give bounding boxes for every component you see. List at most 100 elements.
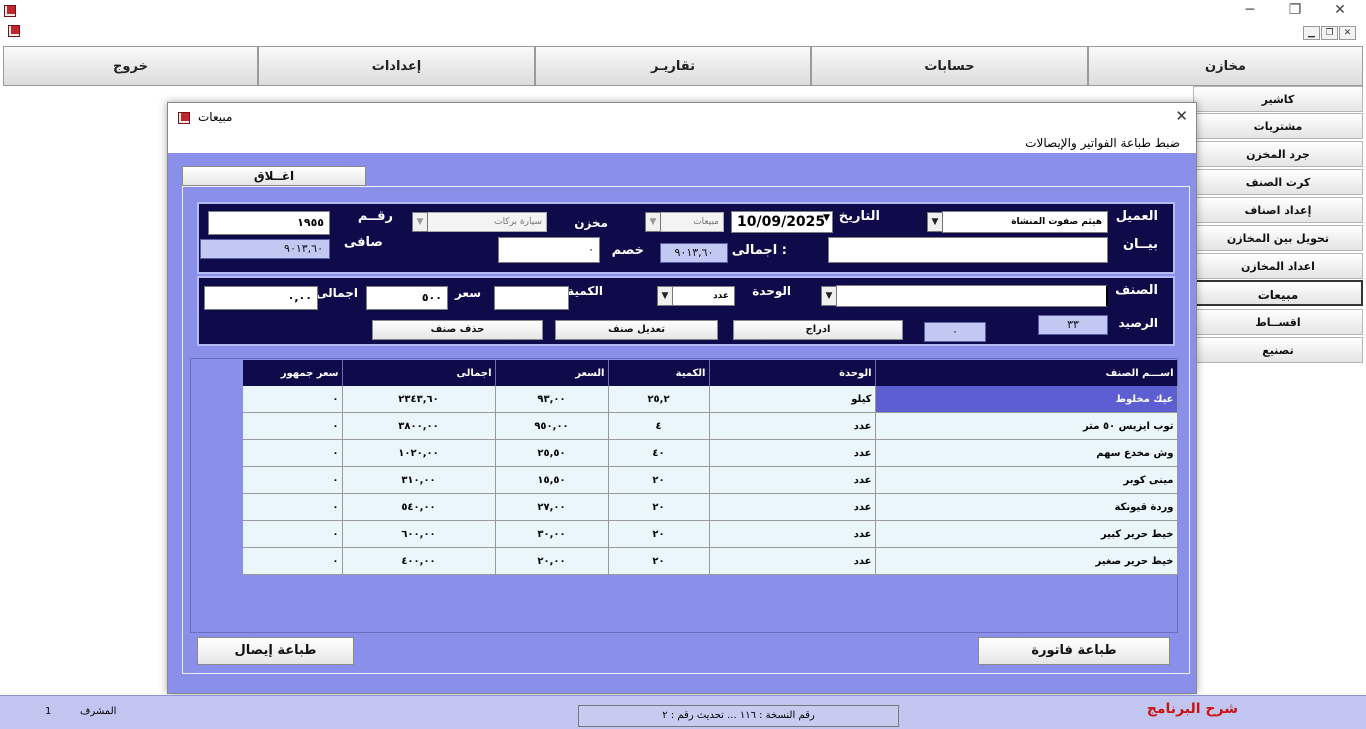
cell-total[interactable]: ٤٠٠,٠٠ (342, 547, 496, 575)
cell-qty[interactable]: ٤٠ (608, 439, 710, 467)
col-public-price[interactable]: سعر جمهور (243, 360, 343, 386)
cell-item-name[interactable]: خيط حرير كبير (875, 520, 1178, 548)
cell-price[interactable]: ٩٣,٠٠ (495, 386, 609, 413)
sidebar-item-installments[interactable]: اقســاط (1193, 309, 1363, 335)
dialog-close-icon[interactable]: ✕ (1175, 107, 1188, 125)
customer-dropdown-icon[interactable]: ▼ (927, 212, 943, 232)
item-field[interactable] (836, 285, 1108, 307)
table-row[interactable]: ٠ ٦٠٠,٠٠ ٣٠,٠٠ ٢٠ عدد خيط حرير كبير (243, 520, 1178, 548)
cell-item-name[interactable]: عيك مخلوط (875, 386, 1178, 413)
col-total[interactable]: اجمالى (342, 360, 496, 386)
restore-icon[interactable]: ❐ (1283, 0, 1307, 20)
cell-price[interactable]: ٢٧,٠٠ (495, 493, 609, 521)
cell-public-price[interactable]: ٠ (243, 466, 343, 494)
sidebar-item-stores-setup[interactable]: اعداد المخازن (1193, 253, 1363, 279)
cell-public-price[interactable]: ٠ (243, 412, 343, 440)
cell-total[interactable]: ٦٠٠,٠٠ (342, 520, 496, 548)
cell-public-price[interactable]: ٠ (243, 386, 343, 413)
cell-public-price[interactable]: ٠ (243, 520, 343, 548)
cell-item-name[interactable]: توب ايزيس ٥٠ متر (875, 412, 1178, 440)
cell-item-name[interactable]: مينى كوبر (875, 466, 1178, 494)
print-invoice-button[interactable]: طباعة فاتورة (978, 637, 1170, 665)
sidebar-item-cashier[interactable]: كاشير (1193, 86, 1363, 112)
mdi-minimize-icon[interactable]: ▁ (1303, 26, 1320, 40)
cell-total[interactable]: ٢٣٤٣,٦٠ (342, 386, 496, 413)
menu-reports[interactable]: تقاريـر (535, 46, 811, 86)
menu-exit[interactable]: خروج (3, 46, 258, 86)
help-link[interactable]: شرح البرنامج (1147, 701, 1238, 717)
cell-price[interactable]: ٢٠,٠٠ (495, 547, 609, 575)
insert-button[interactable]: ادراج (733, 320, 903, 340)
cell-total[interactable]: ١٠٢٠,٠٠ (342, 439, 496, 467)
cell-price[interactable]: ٩٥٠,٠٠ (495, 412, 609, 440)
discount-field[interactable]: ٠ (498, 237, 600, 263)
delete-item-button[interactable]: حذف صنف (372, 320, 543, 340)
statement-field[interactable] (828, 237, 1108, 263)
menu-stores[interactable]: مخازن (1088, 46, 1363, 86)
cell-qty[interactable]: ٢٠ (608, 547, 710, 575)
cell-qty[interactable]: ٢٠ (608, 493, 710, 521)
col-item-name[interactable]: اســـم الصنف (875, 360, 1178, 386)
cell-public-price[interactable]: ٠ (243, 493, 343, 521)
cell-item-name[interactable]: وردة قيونكة (875, 493, 1178, 521)
cell-unit[interactable]: عدد (709, 412, 876, 440)
cell-total[interactable]: ٣١٠,٠٠ (342, 466, 496, 494)
qty-field[interactable] (494, 286, 569, 310)
table-row[interactable]: ٠ ٣٨٠٠,٠٠ ٩٥٠,٠٠ ٤ عدد توب ايزيس ٥٠ متر (243, 412, 1178, 440)
customer-field[interactable]: هيثم صفوت المنشاة (942, 211, 1108, 233)
print-receipt-button[interactable]: طباعة إيصال (197, 637, 354, 665)
col-qty[interactable]: الكمية (608, 360, 710, 386)
item-dropdown-icon[interactable]: ▼ (821, 286, 837, 306)
date-field[interactable]: 10/09/2025 (731, 211, 833, 233)
cell-qty[interactable]: ٢٠ (608, 466, 710, 494)
date-dropdown-icon[interactable]: ▼ (823, 213, 830, 223)
cell-qty[interactable]: ٢٠ (608, 520, 710, 548)
sidebar-item-sales[interactable]: مبيعات (1193, 280, 1363, 306)
cell-unit[interactable]: عدد (709, 547, 876, 575)
mdi-restore-icon[interactable]: ❐ (1321, 26, 1338, 40)
close-icon[interactable]: ✕ (1328, 0, 1352, 20)
col-price[interactable]: السعر (495, 360, 609, 386)
cell-unit[interactable]: عدد (709, 439, 876, 467)
cell-price[interactable]: ٢٥,٥٠ (495, 439, 609, 467)
cell-public-price[interactable]: ٠ (243, 439, 343, 467)
price-field[interactable]: ٥٠٠ (366, 286, 448, 310)
cell-item-name[interactable]: وش مخدع سهم (875, 439, 1178, 467)
cell-price[interactable]: ١٥,٥٠ (495, 466, 609, 494)
cell-public-price[interactable]: ٠ (243, 547, 343, 575)
sidebar-item-purchases[interactable]: مشتريات (1193, 113, 1363, 139)
table-row[interactable]: ٠ ٤٠٠,٠٠ ٢٠,٠٠ ٢٠ عدد خيط حرير صغير (243, 547, 1178, 575)
edit-item-button[interactable]: تعديل صنف (555, 320, 718, 340)
unit-field[interactable]: عدد (671, 286, 735, 306)
sidebar-item-manufacturing[interactable]: تصنيع (1193, 337, 1363, 363)
cell-total[interactable]: ٥٤٠,٠٠ (342, 493, 496, 521)
cell-qty[interactable]: ٤ (608, 412, 710, 440)
mdi-close-icon[interactable]: ✕ (1339, 26, 1356, 40)
cell-unit[interactable]: عدد (709, 520, 876, 548)
close-button[interactable]: اغــلاق (182, 166, 366, 186)
cell-unit[interactable]: عدد (709, 466, 876, 494)
cell-unit[interactable]: عدد (709, 493, 876, 521)
print-settings-link[interactable]: ضبط طباعة الفواتير والإيصالات (1025, 136, 1180, 150)
sidebar-item-inventory[interactable]: جرد المخزن (1193, 141, 1363, 167)
cell-item-name[interactable]: خيط حرير صغير (875, 547, 1178, 575)
cell-total[interactable]: ٣٨٠٠,٠٠ (342, 412, 496, 440)
table-row[interactable]: ٠ ٢٣٤٣,٦٠ ٩٣,٠٠ ٢٥,٢ كيلو عيك مخلوط (243, 386, 1178, 413)
table-row[interactable]: ٠ ٥٤٠,٠٠ ٢٧,٠٠ ٢٠ عدد وردة قيونكة (243, 493, 1178, 521)
cell-unit[interactable]: كيلو (709, 386, 876, 413)
items-table[interactable]: سعر جمهور اجمالى السعر الكمية الوحدة اسـ… (243, 360, 1178, 575)
table-row[interactable]: ٠ ٣١٠,٠٠ ١٥,٥٠ ٢٠ عدد مينى كوبر (243, 466, 1178, 494)
col-unit[interactable]: الوحدة (709, 360, 876, 386)
unit-dropdown-icon[interactable]: ▼ (657, 286, 673, 306)
sidebar-item-transfer[interactable]: تحويل بين المخازن (1193, 225, 1363, 251)
invoice-number-field[interactable]: ١٩٥٥ (208, 211, 330, 235)
cell-qty[interactable]: ٢٥,٢ (608, 386, 710, 413)
cell-price[interactable]: ٣٠,٠٠ (495, 520, 609, 548)
menu-accounts[interactable]: حسابات (811, 46, 1088, 86)
minimize-icon[interactable]: ─ (1238, 0, 1262, 20)
sidebar-item-item-card[interactable]: كرت الصنف (1193, 169, 1363, 195)
menu-settings[interactable]: إعدادات (258, 46, 535, 86)
sidebar-item-items-setup[interactable]: إعداد اصناف (1193, 197, 1363, 223)
table-row[interactable]: ٠ ١٠٢٠,٠٠ ٢٥,٥٠ ٤٠ عدد وش مخدع سهم (243, 439, 1178, 467)
items-grid[interactable]: سعر جمهور اجمالى السعر الكمية الوحدة اسـ… (243, 360, 1178, 575)
